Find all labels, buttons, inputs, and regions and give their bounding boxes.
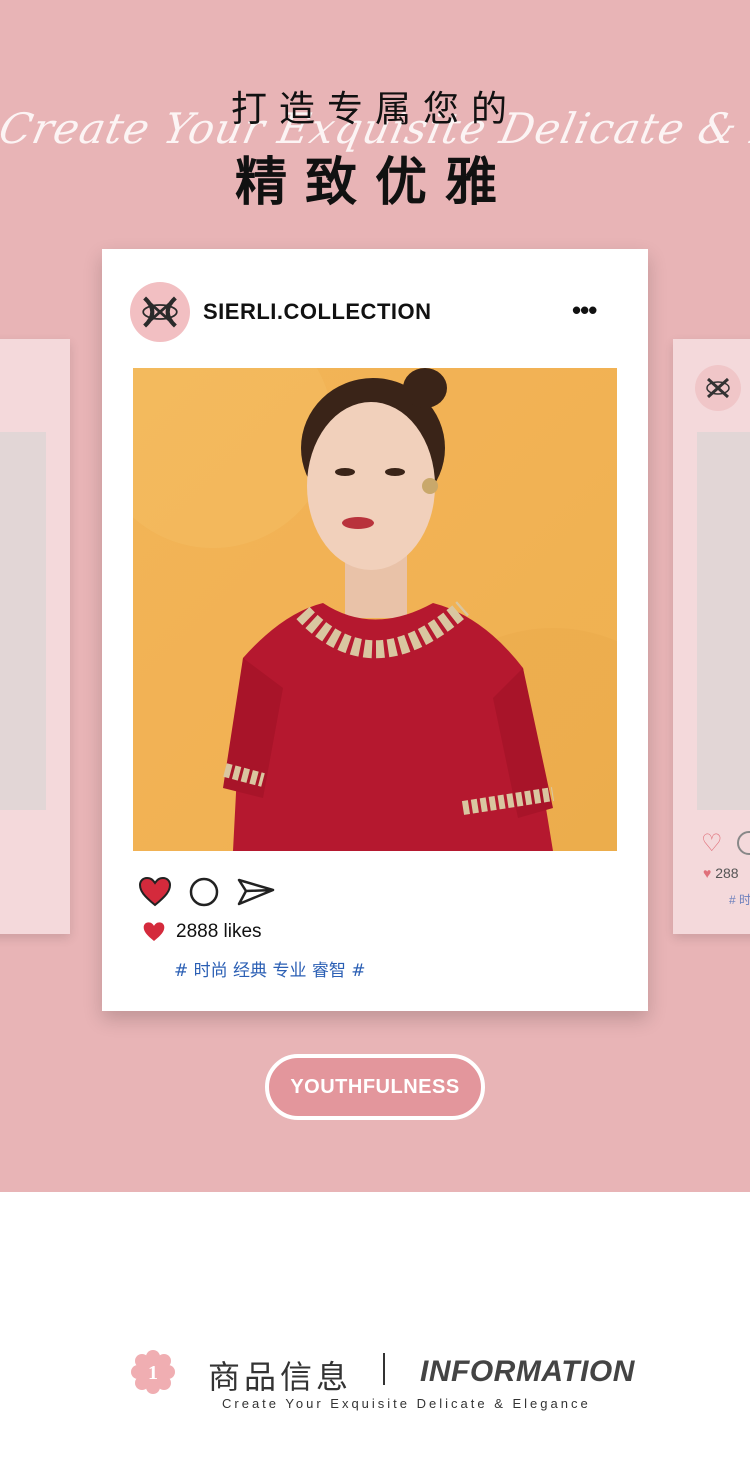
brand-logo-icon	[142, 296, 178, 328]
side-likes: ♥ 288	[703, 865, 739, 881]
side-hashtags: # 时	[729, 893, 750, 907]
side-post-image-placeholder	[697, 432, 750, 810]
heart-icon	[143, 922, 165, 941]
brand-logo-icon	[706, 377, 730, 399]
heart-icon: ♥	[703, 865, 712, 881]
section-header: 1 商品信息 INFORMATION Create Your Exquisite…	[0, 1192, 750, 1461]
post-card: SIERLI.COLLECTION ••• 2888 likes # 时尚 经典…	[102, 249, 648, 1011]
model-illustration	[133, 368, 617, 851]
likes-count: 2888 likes	[176, 921, 262, 942]
youthfulness-badge[interactable]: YOUTHFULNESS	[265, 1054, 485, 1120]
hero-section: Create Your Exquisite Delicate & Eleganc…	[0, 0, 750, 1192]
share-icon[interactable]	[236, 876, 276, 908]
side-post-card-right[interactable]: ♡ ♥ 288 # 时	[673, 339, 750, 934]
comment-icon[interactable]	[188, 876, 220, 908]
likes-row: 2888 likes	[142, 921, 262, 943]
account-name[interactable]: SIERLI.COLLECTION	[203, 299, 432, 325]
section-subtitle: Create Your Exquisite Delicate & Eleganc…	[222, 1396, 591, 1411]
side-post-card-left[interactable]	[0, 339, 70, 934]
more-options-icon[interactable]: •••	[572, 295, 597, 326]
post-actions	[138, 874, 276, 910]
like-heart-icon[interactable]	[138, 876, 172, 908]
side-avatar	[695, 365, 741, 411]
comment-icon[interactable]	[737, 831, 750, 855]
post-photo[interactable]	[133, 368, 617, 851]
hashtags[interactable]: # 时尚 经典 专业 睿智 #	[174, 956, 366, 981]
heart-outline-icon[interactable]: ♡	[701, 829, 723, 858]
section-title-en: INFORMATION	[420, 1355, 635, 1388]
section-number: 1	[148, 1362, 158, 1384]
title-divider	[383, 1353, 385, 1385]
side-post-image-placeholder	[0, 432, 46, 810]
flower-number-icon: 1	[131, 1350, 175, 1394]
account-avatar[interactable]	[130, 282, 190, 342]
section-title-cn: 商品信息	[208, 1358, 353, 1396]
headline-line-1: 打造专属您的	[230, 89, 519, 130]
headline-line-2: 精致优雅	[234, 153, 515, 213]
